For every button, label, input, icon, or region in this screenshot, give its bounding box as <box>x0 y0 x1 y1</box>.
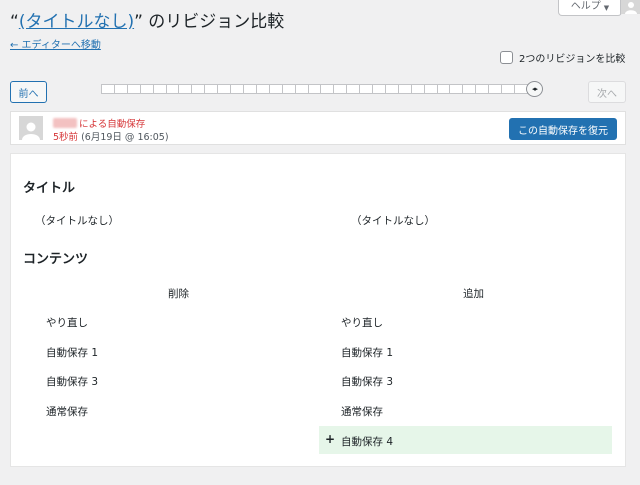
right-row: やり直し <box>341 317 383 329</box>
revision-author: による自動保存 <box>53 116 145 130</box>
slider-tick <box>399 85 412 93</box>
slider-tick <box>141 85 154 93</box>
slider-tick <box>425 85 438 93</box>
slider-tick <box>450 85 464 93</box>
right-row: 自動保存 3 <box>341 376 394 388</box>
slider-tick <box>489 85 503 93</box>
right-row: 自動保存 1 <box>341 347 394 359</box>
slider-tick <box>373 85 386 93</box>
title-prefix: “ <box>10 12 19 32</box>
diff-panel <box>10 153 626 467</box>
content-section-heading: コンテンツ <box>23 252 89 267</box>
compare-label: 2つのリビジョンを比較 <box>519 54 626 65</box>
slider-tick <box>463 85 477 93</box>
previous-button[interactable]: 前へ <box>10 81 47 103</box>
user-silhouette-icon <box>624 2 637 14</box>
post-title-link[interactable]: (タイトルなし) <box>19 12 134 32</box>
slider-tick <box>360 85 374 93</box>
title-suffix: ” のリビジョン比較 <box>134 12 285 32</box>
slider-tick <box>167 85 180 93</box>
title-old-value: （タイトルなし） <box>35 215 119 227</box>
revision-slider-handle[interactable]: ◂▸ <box>526 81 543 97</box>
slider-tick <box>205 85 219 93</box>
slider-tick <box>128 85 141 93</box>
slider-tick <box>257 85 270 93</box>
caret-down-icon: ▼ <box>603 4 610 12</box>
left-row: 通常保存 <box>46 406 88 418</box>
admin-avatar[interactable] <box>620 0 640 14</box>
title-section-heading: タイトル <box>23 181 76 196</box>
slider-tick <box>154 85 167 93</box>
page-title: “(タイトルなし)” のリビジョン比較 <box>10 10 284 34</box>
left-row: やり直し <box>46 317 88 329</box>
slider-tick <box>412 85 425 93</box>
revision-slider-track[interactable] <box>101 84 541 94</box>
revision-time: 5秒前 (6月19日 @ 16:05) <box>53 129 169 143</box>
next-button[interactable]: 次へ <box>588 81 626 103</box>
added-column-header: 追加 <box>463 288 484 300</box>
slider-tick <box>476 85 490 93</box>
slider-tick <box>218 85 232 93</box>
time-ago: 5秒前 <box>53 132 79 143</box>
author-name-redacted <box>53 118 77 128</box>
left-row: 自動保存 3 <box>46 376 99 388</box>
slider-tick <box>102 85 115 93</box>
slider-tick <box>334 85 348 93</box>
slider-tick <box>347 85 361 93</box>
compare-checkbox[interactable] <box>500 51 513 64</box>
arrows-left-right-icon: ◂▸ <box>531 85 538 93</box>
revision-action: による自動保存 <box>79 119 146 130</box>
right-row: 通常保存 <box>341 406 383 418</box>
slider-tick <box>231 85 244 93</box>
plus-icon: + <box>325 432 336 446</box>
left-row: 自動保存 1 <box>46 347 99 359</box>
slider-tick <box>321 85 335 93</box>
title-new-value: （タイトルなし） <box>351 215 435 227</box>
slider-tick <box>296 85 309 93</box>
help-tab[interactable]: ヘルプ ▼ <box>558 0 622 16</box>
slider-tick <box>244 85 257 93</box>
compare-two-revisions[interactable]: 2つのリビジョンを比較 <box>500 50 625 65</box>
revision-date: (6月19日 @ 16:05) <box>81 132 169 143</box>
author-avatar <box>19 116 43 140</box>
slider-tick <box>179 85 193 93</box>
slider-tick <box>502 85 515 93</box>
restore-autosave-button[interactable]: この自動保存を復元 <box>509 118 617 140</box>
slider-tick <box>270 85 283 93</box>
added-row-text: 自動保存 4 <box>341 436 394 448</box>
removed-column-header: 削除 <box>168 288 189 300</box>
slider-tick <box>438 85 451 93</box>
back-to-editor-link[interactable]: ← エディターへ移動 <box>10 36 101 51</box>
slider-tick <box>309 85 322 93</box>
slider-tick <box>192 85 206 93</box>
slider-tick <box>283 85 296 93</box>
user-silhouette-icon <box>22 122 40 140</box>
slider-tick <box>115 85 128 93</box>
slider-tick <box>386 85 399 93</box>
help-label: ヘルプ <box>570 1 601 12</box>
